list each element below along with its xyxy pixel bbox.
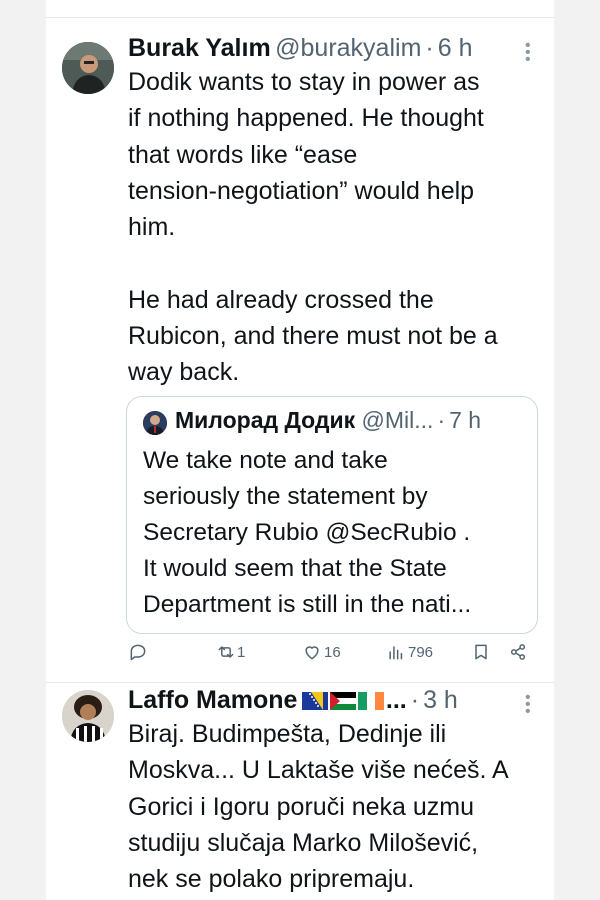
share-icon <box>510 644 526 660</box>
avatar-dodik[interactable] <box>143 411 167 435</box>
quoted-tweet[interactable]: Милорад Додик @Mil... · 7 h We take note a… <box>126 396 538 634</box>
divider-top <box>46 17 554 18</box>
tweet-actions: 1 16 796 <box>128 642 538 670</box>
quote-author-handle[interactable]: @Mil... <box>362 407 434 433</box>
avatar-laffo-image <box>62 690 114 742</box>
share-button[interactable] <box>508 642 528 662</box>
separator-dot: · <box>425 34 434 62</box>
tweet-line: Rubicon, and there must not be a <box>128 322 498 351</box>
quote-line: It would seem that the State <box>143 555 447 582</box>
more-options-icon[interactable]: • • • <box>525 690 531 720</box>
reply-button[interactable] <box>128 642 148 662</box>
divider-middle <box>46 682 554 683</box>
tweet-line: nek se polako pripremaju. <box>128 865 415 894</box>
author-handle[interactable]: @burakyalim <box>275 34 421 62</box>
quote-line: Secretary Rubio @SecRubio . <box>143 519 471 546</box>
tweet-line: Biraj. Budimpešta, Dedinje ili <box>128 720 447 748</box>
more-options-icon[interactable]: • • • <box>525 38 531 68</box>
quote-line: We take note and take <box>143 447 388 474</box>
quote-header: Милорад Додик @Mil... · 7 h <box>175 407 481 434</box>
tweet-line: tension-negotiation” would help <box>128 176 475 205</box>
separator-dot: · <box>437 407 446 433</box>
quote-text: We take note and take seriously the stat… <box>143 443 471 623</box>
views-icon <box>389 646 403 660</box>
retweet-button[interactable]: 1 <box>216 642 245 662</box>
tweet-line: him. <box>128 213 176 242</box>
tweet-line: way back. <box>128 358 240 387</box>
like-button[interactable]: 16 <box>302 642 341 662</box>
palestine-flag-icon <box>329 692 356 710</box>
reply-icon <box>130 644 146 661</box>
avatar-dodik-image <box>143 411 167 435</box>
quote-line: Department is still in the nati... <box>143 591 472 618</box>
avatar-burak-image <box>62 42 114 94</box>
retweet-icon <box>218 646 234 658</box>
tweet-line: Gorici i Igoru poruči neka uzmu <box>128 792 474 821</box>
tweet-line: He had already crossed the <box>128 285 434 314</box>
like-count: 16 <box>324 643 341 661</box>
tweet-line: if nothing happened. He thought <box>128 104 484 133</box>
views-button[interactable]: 796 <box>386 642 433 662</box>
heart-icon <box>305 646 319 660</box>
tweet-header-burak: Burak Yalım @burakyalim · 6 h <box>128 34 473 63</box>
ireland-flag-icon <box>357 692 384 710</box>
bookmark-icon <box>475 644 487 660</box>
quote-line: seriously the statement by <box>143 483 428 510</box>
separator-dot: · <box>410 686 420 714</box>
views-count: 796 <box>408 643 434 661</box>
tweet-line: that words like “ease <box>128 140 358 169</box>
quote-author-name[interactable]: Милорад Додик <box>175 407 355 433</box>
quote-timestamp[interactable]: 7 h <box>449 407 481 433</box>
tweet-line: Dodik wants to stay in power as <box>128 68 480 96</box>
author-name[interactable]: Laffo Mamone <box>128 686 297 714</box>
avatar-burak[interactable] <box>62 42 114 94</box>
timestamp[interactable]: 3 h <box>423 686 458 714</box>
author-name[interactable]: Burak Yalım <box>128 34 271 62</box>
retweet-count: 1 <box>237 643 246 661</box>
tweet-header-laffo: Laffo Mamone ... · 3 h <box>128 686 458 715</box>
name-truncation: ... <box>385 686 407 714</box>
avatar-laffo[interactable] <box>62 690 114 742</box>
tweet-text: Biraj. Budimpešta, Dedinje ili Moskva...… <box>128 716 509 897</box>
tweet-line: Moskva... U Laktaše više nećeš. A <box>128 756 509 785</box>
tweet-text: Dodik wants to stay in power as if nothi… <box>128 64 498 391</box>
tweet-line: studiju slučaja Marko Milošević, <box>128 828 479 857</box>
timestamp[interactable]: 6 h <box>438 34 473 62</box>
bookmark-button[interactable] <box>471 642 491 662</box>
bosnia-flag-icon <box>301 692 328 710</box>
